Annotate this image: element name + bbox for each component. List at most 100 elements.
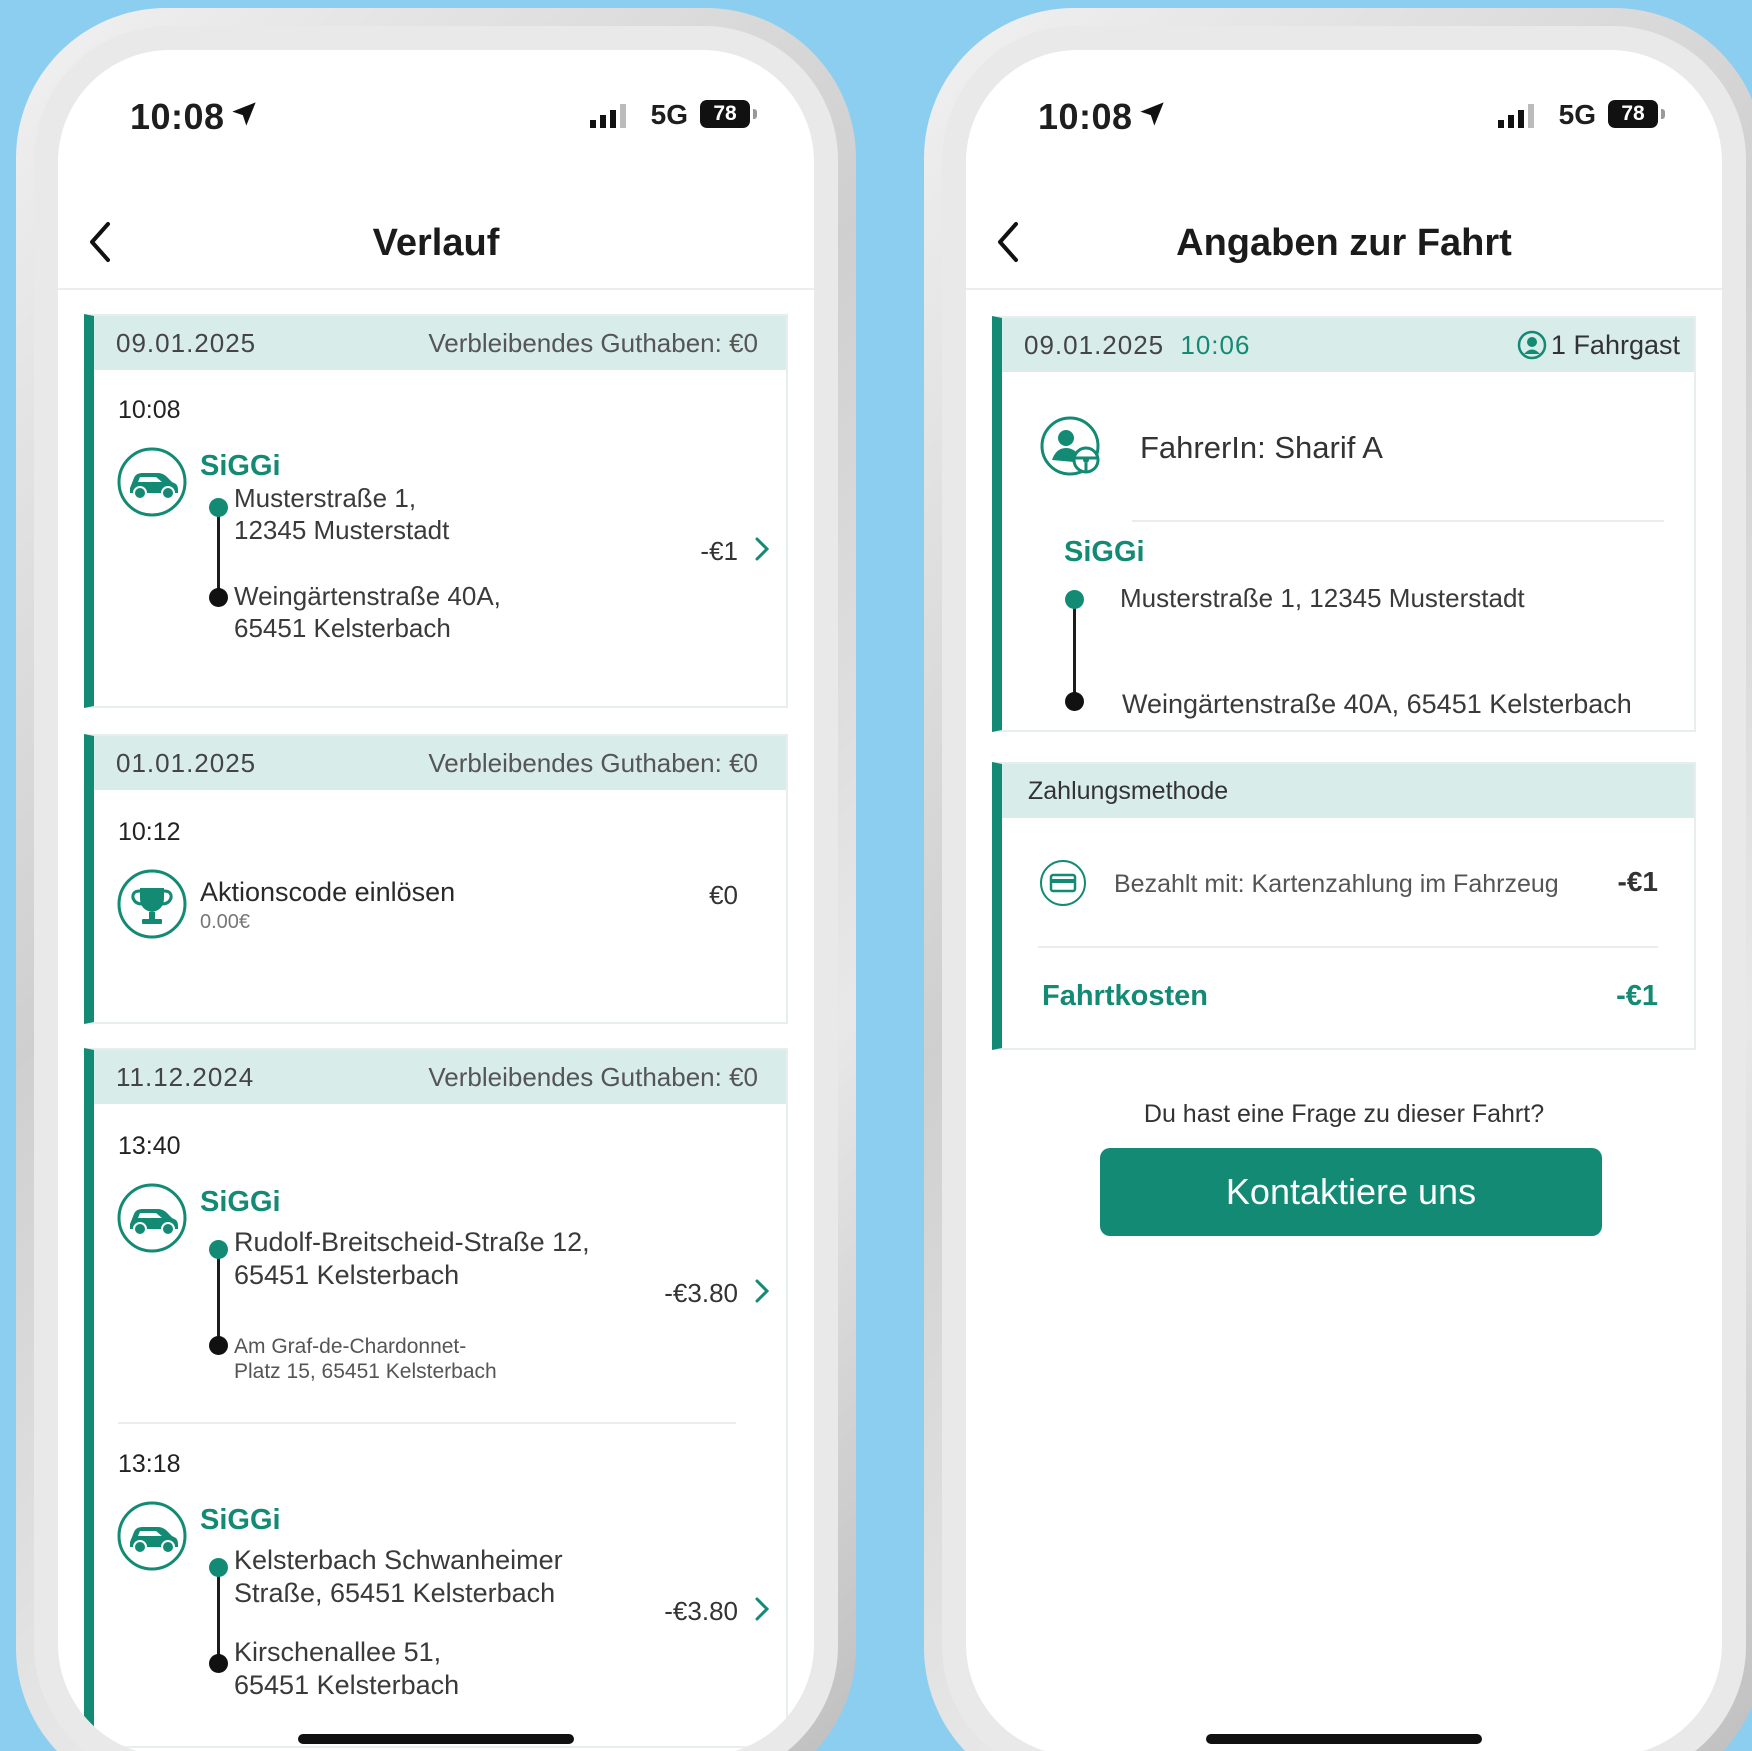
service-name: SiGGi — [1064, 536, 1145, 568]
payment-method: Bezahlt mit: Kartenzahlung im Fahrzeug — [1114, 870, 1559, 898]
entry-time: 10:12 — [118, 818, 181, 846]
location-arrow-icon — [1140, 102, 1164, 126]
location-arrow-icon — [232, 102, 256, 126]
history-card: 01.01.2025 Verbleibendes Guthaben: €0 10… — [84, 734, 788, 1024]
total-label: Fahrtkosten — [1042, 980, 1208, 1012]
route-destination: Kirschenallee 51, 65451 Kelsterbach — [234, 1636, 459, 1702]
status-time: 10:08 — [1038, 96, 1133, 137]
card-header: 09.01.2025 Verbleibendes Guthaben: €0 — [94, 316, 786, 370]
ride-entry[interactable]: 13:18 SiGGi Kelsterbach Schwanheimer Str… — [94, 1420, 786, 1740]
service-name: SiGGi — [200, 450, 281, 482]
route-end-dot — [209, 1336, 228, 1355]
address-line: Musterstraße 1, — [234, 483, 417, 513]
route-destination: Weingärtenstraße 40A, 65451 Kelsterbach — [234, 580, 501, 644]
ride-price: -€3.80 — [664, 1596, 738, 1626]
page-title: Angaben zur Fahrt — [1176, 222, 1512, 264]
address-line: Weingärtenstraße 40A, — [234, 581, 501, 611]
card-date: 01.01.2025 — [116, 747, 257, 778]
passenger-label: 1 Fahrgast — [1550, 329, 1680, 360]
history-card: 09.01.2025 Verbleibendes Guthaben: €0 10… — [84, 314, 788, 708]
network-label: 5G — [1558, 99, 1596, 130]
ride-details-screen: 10:08 5G 78 Angaben zur Fahrt 09.01.2025… — [966, 50, 1722, 1751]
route-end-dot — [209, 588, 228, 607]
chevron-right-icon[interactable] — [754, 1278, 770, 1304]
promo-title: Aktionscode einlösen — [200, 877, 456, 907]
route-origin: Musterstraße 1, 12345 Musterstadt — [234, 482, 449, 546]
history-screen: 10:08 5G 78 Verlauf 09.01.2025 Verbleibe… — [58, 50, 814, 1751]
chevron-right-icon[interactable] — [754, 536, 770, 562]
nav-bar: Verlauf — [58, 200, 814, 290]
ride-date: 09.01.2025 — [1024, 329, 1165, 360]
route-line — [217, 1566, 220, 1662]
car-icon — [117, 1501, 187, 1571]
service-name: SiGGi — [200, 1186, 281, 1218]
address-line: 12345 Musterstadt — [234, 515, 450, 545]
home-indicator — [298, 1734, 574, 1744]
chevron-right-icon[interactable] — [754, 1596, 770, 1622]
payment-card: Zahlungsmethode Bezahlt mit: Kartenzahlu… — [992, 762, 1696, 1050]
ride-detail-card: 09.01.2025 10:06 1 Fahrgast FahrerIn: Sh… — [992, 316, 1696, 732]
status-time: 10:08 — [130, 96, 225, 137]
status-bar: 10:08 5G 78 — [966, 94, 1722, 144]
total-amount: -€1 — [1616, 980, 1658, 1012]
ride-price: -€3.80 — [664, 1278, 738, 1308]
car-icon — [117, 1183, 187, 1253]
car-icon — [117, 447, 187, 517]
nav-bar: Angaben zur Fahrt — [966, 200, 1722, 290]
driver-icon — [1040, 416, 1100, 476]
promo-amount: €0 — [709, 880, 738, 910]
card-header: 09.01.2025 10:06 1 Fahrgast — [1002, 318, 1694, 372]
route-start-dot — [209, 1240, 228, 1259]
service-name: SiGGi — [200, 1504, 281, 1536]
ride-entry[interactable]: 13:40 SiGGi Rudolf-Breitscheid-Straße 12… — [94, 1104, 786, 1420]
route-destination: Weingärtenstraße 40A, 65451 Kelsterbach — [1122, 689, 1632, 719]
route-origin: Musterstraße 1, 12345 Musterstadt — [1120, 583, 1525, 613]
entry-time: 13:18 — [118, 1450, 181, 1478]
phone-frame-right: 10:08 5G 78 Angaben zur Fahrt 09.01.2025… — [924, 8, 1752, 1751]
entry-time: 10:08 — [118, 396, 181, 424]
ride-entry[interactable]: 10:08 SiGGi Musterstraße 1, 12345 Muster… — [94, 370, 786, 706]
address-line: 65451 Kelsterbach — [234, 613, 451, 643]
route-end-dot — [1065, 692, 1084, 711]
card-header: 11.12.2024 Verbleibendes Guthaben: €0 — [94, 1050, 786, 1104]
route-origin: Kelsterbach Schwanheimer Straße, 65451 K… — [234, 1544, 563, 1610]
history-card: 11.12.2024 Verbleibendes Guthaben: €0 13… — [84, 1048, 788, 1748]
contact-us-button[interactable]: Kontaktiere uns — [1100, 1148, 1602, 1236]
credit-card-icon — [1040, 860, 1086, 906]
phone-bezel: 10:08 5G 78 Verlauf 09.01.2025 Verbleibe… — [34, 26, 838, 1751]
address-line: Kelsterbach Schwanheimer — [234, 1545, 563, 1575]
promo-entry[interactable]: 10:12 Aktionscode einlösen 0.00€ €0 — [94, 790, 786, 1022]
card-header: 01.01.2025 Verbleibendes Guthaben: €0 — [94, 736, 786, 790]
signal-icon — [590, 104, 626, 128]
driver-name: FahrerIn: Sharif A — [1140, 430, 1383, 465]
signal-icon — [1498, 104, 1534, 128]
passenger-count: 1 Fahrgast — [1517, 330, 1680, 361]
passenger-icon — [1517, 330, 1547, 360]
ride-time: 10:06 — [1180, 329, 1251, 360]
battery-indicator: 78 — [700, 100, 757, 128]
address-line: Am Graf-de-Chardonnet- — [234, 1335, 467, 1358]
payment-title: Zahlungsmethode — [1028, 776, 1229, 805]
route-line — [1073, 598, 1076, 698]
route-origin: Rudolf-Breitscheid-Straße 12, 65451 Kels… — [234, 1226, 590, 1292]
battery-indicator: 78 — [1608, 100, 1665, 128]
route-start-dot — [1065, 590, 1084, 609]
address-line: Rudolf-Breitscheid-Straße 12, — [234, 1227, 590, 1257]
section-divider — [1038, 946, 1658, 948]
address-line: 65451 Kelsterbach — [234, 1670, 460, 1700]
address-line: 65451 Kelsterbach — [234, 1260, 460, 1290]
page-title: Verlauf — [372, 222, 500, 264]
entry-time: 13:40 — [118, 1132, 181, 1160]
home-indicator — [1206, 1734, 1482, 1744]
address-line: Platz 15, 65451 Kelsterbach — [234, 1360, 497, 1383]
trophy-icon — [117, 869, 187, 939]
section-divider — [1132, 520, 1664, 522]
route-start-dot — [209, 498, 228, 517]
address-line: Straße, 65451 Kelsterbach — [234, 1578, 556, 1608]
network-label: 5G — [650, 99, 688, 130]
ride-datetime: 09.01.2025 10:06 — [1024, 330, 1250, 361]
remaining-balance: Verbleibendes Guthaben: €0 — [428, 1061, 758, 1092]
route-line — [217, 506, 220, 596]
ride-price: -€1 — [700, 536, 738, 566]
payment-amount: -€1 — [1617, 866, 1658, 897]
